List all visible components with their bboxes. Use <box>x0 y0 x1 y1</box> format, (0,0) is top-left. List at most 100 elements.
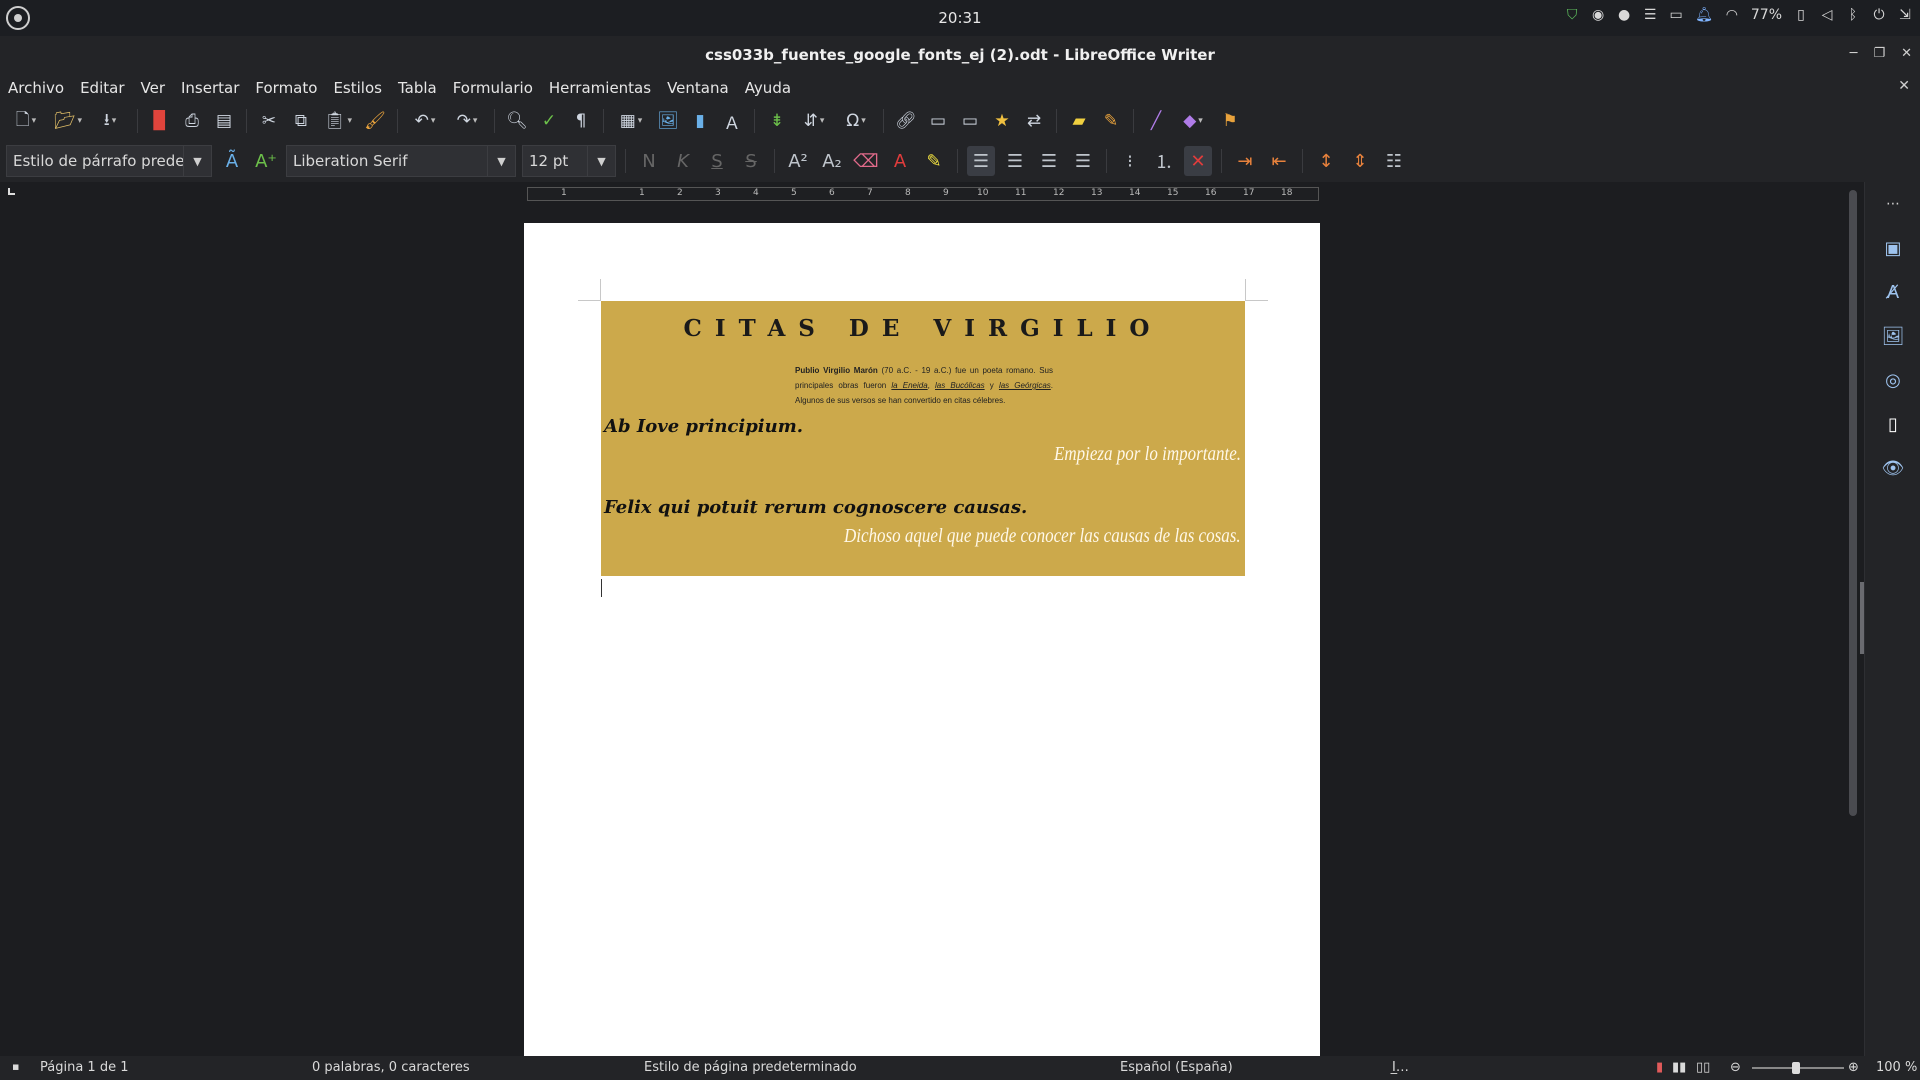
style-inspector-icon[interactable]: 👁︎ <box>1881 456 1905 480</box>
page-icon[interactable]: ▯ <box>1881 412 1905 436</box>
copy-icon[interactable]: ⧉ <box>288 108 314 134</box>
menu-editar[interactable]: Editar <box>80 79 124 97</box>
highlight-color-icon[interactable]: ✎ <box>920 146 948 176</box>
unordered-list-icon[interactable]: ⁝ <box>1116 146 1144 176</box>
menu-ventana[interactable]: Ventana <box>667 79 729 97</box>
chevron-down-icon[interactable]: ▼ <box>183 146 211 176</box>
bold-button[interactable]: N <box>635 146 663 176</box>
zoom-in-icon[interactable]: ⊕ <box>1848 1060 1859 1075</box>
font-size-combo[interactable]: 12 pt ▼ <box>522 145 616 177</box>
export-pdf-icon[interactable]: ▉ <box>147 108 173 134</box>
basic-shapes-icon[interactable]: ◆ <box>1175 108 1211 134</box>
battery-icon[interactable]: ▯ <box>1794 7 1808 23</box>
paste-icon[interactable]: 📋︎ <box>320 108 356 134</box>
increase-indent-icon[interactable]: ⇥ <box>1231 146 1259 176</box>
zoom-out-icon[interactable]: ⊖ <box>1730 1060 1741 1075</box>
new-document-icon[interactable]: 🗋 <box>8 108 44 134</box>
paragraph-settings-icon[interactable]: ☷ <box>1380 146 1408 176</box>
superscript-icon[interactable]: A² <box>784 146 812 176</box>
hyperlink-icon[interactable]: 🔗︎ <box>893 108 919 134</box>
tab-stop-selector[interactable] <box>8 188 15 195</box>
italic-button[interactable]: K <box>669 146 697 176</box>
ordered-list-icon[interactable]: ⒈ <box>1150 146 1178 176</box>
formatting-marks-icon[interactable]: ¶ <box>568 108 594 134</box>
notification-icon[interactable]: 🔔︎ <box>1695 7 1713 23</box>
chevron-down-icon[interactable]: ▼ <box>487 146 515 176</box>
insert-textbox-icon[interactable]: Ａ <box>719 108 745 134</box>
new-style-icon[interactable]: A⁺ <box>252 146 280 176</box>
menu-formulario[interactable]: Formulario <box>453 79 533 97</box>
special-character-icon[interactable]: Ω <box>838 108 874 134</box>
align-justify-icon[interactable]: ☰ <box>1069 146 1097 176</box>
vertical-scrollbar[interactable] <box>1849 190 1857 816</box>
layout-book-icon[interactable]: ▯▯ <box>1696 1060 1710 1075</box>
insert-line-icon[interactable]: ╱ <box>1143 108 1169 134</box>
volume-icon[interactable]: ◁ <box>1820 7 1834 23</box>
comment-icon[interactable]: ▰ <box>1066 108 1092 134</box>
battery-percent[interactable]: 77% <box>1751 7 1782 23</box>
find-replace-icon[interactable]: 🔍︎ <box>504 108 530 134</box>
chevron-down-icon[interactable]: ▼ <box>587 146 615 176</box>
print-icon[interactable]: ⎙ <box>179 108 205 134</box>
font-name-combo[interactable]: Liberation Serif ▼ <box>286 145 516 177</box>
selection-mode-icon[interactable]: I̲… <box>1392 1060 1409 1075</box>
navigator-icon[interactable]: ◎ <box>1881 368 1905 392</box>
folder-icon[interactable]: ▭ <box>1669 7 1683 23</box>
draw-functions-icon[interactable]: ⚑ <box>1217 108 1243 134</box>
print-preview-icon[interactable]: ▤ <box>211 108 237 134</box>
cross-reference-icon[interactable]: ⇄ <box>1021 108 1047 134</box>
more-options-icon[interactable]: ⋯ <box>1881 192 1905 216</box>
insert-image-icon[interactable]: 🖼︎ <box>655 108 681 134</box>
zoom-level[interactable]: 100 % <box>1876 1060 1917 1075</box>
cut-icon[interactable]: ✂ <box>256 108 282 134</box>
layout-multi-icon[interactable]: ▮▮ <box>1672 1060 1686 1075</box>
menu-ayuda[interactable]: Ayuda <box>745 79 791 97</box>
insert-chart-icon[interactable]: ▮ <box>687 108 713 134</box>
properties-icon[interactable]: ▣ <box>1881 236 1905 260</box>
save-icon[interactable]: ⭳ <box>92 108 128 134</box>
undo-icon[interactable]: ↶ <box>407 108 443 134</box>
track-changes-icon[interactable]: ✎ <box>1098 108 1124 134</box>
update-style-icon[interactable]: A͂ <box>218 146 246 176</box>
page-style-status[interactable]: Estilo de página predeterminado <box>644 1060 857 1075</box>
align-left-icon[interactable]: ☰ <box>967 146 995 176</box>
menu-herramientas[interactable]: Herramientas <box>549 79 651 97</box>
close-document-icon[interactable]: ✕ <box>1898 78 1910 94</box>
insert-table-icon[interactable]: ▦ <box>613 108 649 134</box>
menu-formato[interactable]: Formato <box>255 79 317 97</box>
system-menu-icon[interactable] <box>6 6 30 30</box>
styles-icon[interactable]: A̸ <box>1881 280 1905 304</box>
subscript-icon[interactable]: A₂ <box>818 146 846 176</box>
menu-icon[interactable]: ☰ <box>1643 7 1657 23</box>
close-icon[interactable]: ✕ <box>1901 46 1912 61</box>
word-count-status[interactable]: 0 palabras, 0 caracteres <box>312 1060 470 1075</box>
maximize-icon[interactable]: ❐ <box>1873 46 1885 61</box>
language-status[interactable]: Español (España) <box>1120 1060 1233 1075</box>
bluetooth-icon[interactable]: ᛒ <box>1846 7 1860 23</box>
strikethrough-icon[interactable]: S <box>737 146 765 176</box>
footnote-icon[interactable]: ▭ <box>925 108 951 134</box>
wifi-icon[interactable]: ◠ <box>1725 7 1739 23</box>
redo-icon[interactable]: ↷ <box>449 108 485 134</box>
menu-ver[interactable]: Ver <box>141 79 166 97</box>
align-center-icon[interactable]: ☰ <box>1001 146 1029 176</box>
insert-page-break-icon[interactable]: ⇟ <box>764 108 790 134</box>
logout-icon[interactable]: ⇲ <box>1898 7 1912 23</box>
horizontal-ruler[interactable]: 1 1 2 3 4 5 6 7 8 9 10 11 12 13 14 15 16… <box>527 187 1319 201</box>
insert-field-icon[interactable]: ⇵ <box>796 108 832 134</box>
minimize-icon[interactable]: ─ <box>1850 46 1858 61</box>
line-spacing-icon[interactable]: ↕ <box>1312 146 1340 176</box>
clear-formatting-icon[interactable]: ⌫ <box>852 146 880 176</box>
no-list-icon[interactable]: ✕ <box>1184 146 1212 176</box>
record-icon[interactable]: ● <box>1617 7 1631 23</box>
shield-icon[interactable]: ⛉ <box>1565 7 1579 23</box>
open-folder-icon[interactable]: 📂︎ <box>50 108 86 134</box>
menu-archivo[interactable]: Archivo <box>8 79 64 97</box>
clone-formatting-icon[interactable]: 🖌︎ <box>362 108 388 134</box>
nvidia-icon[interactable]: ◉ <box>1591 7 1605 23</box>
gallery-icon[interactable]: 🖼︎ <box>1881 324 1905 348</box>
paragraph-style-combo[interactable]: Estilo de párrafo prede ▼ <box>6 145 212 177</box>
font-color-icon[interactable]: A <box>886 146 914 176</box>
align-right-icon[interactable]: ☰ <box>1035 146 1063 176</box>
spelling-icon[interactable]: ✓ <box>536 108 562 134</box>
